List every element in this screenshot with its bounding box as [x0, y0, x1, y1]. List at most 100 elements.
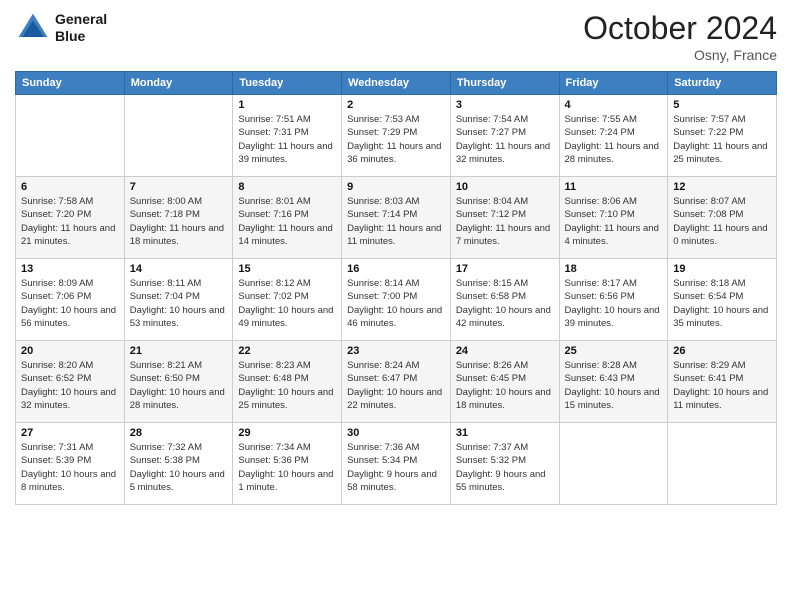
day-number: 30 [347, 427, 445, 439]
day-number: 17 [456, 263, 554, 275]
logo-icon [15, 10, 51, 46]
calendar-cell [124, 95, 233, 177]
day-info: Sunrise: 7:51 AMSunset: 7:31 PMDaylight:… [238, 113, 336, 166]
calendar-cell: 6 Sunrise: 7:58 AMSunset: 7:20 PMDaylight… [16, 177, 125, 259]
logo-text: General Blue [55, 11, 107, 45]
calendar-cell: 15 Sunrise: 8:12 AMSunset: 7:02 PMDayligh… [233, 259, 342, 341]
day-info: Sunrise: 8:24 AMSunset: 6:47 PMDaylight:… [347, 359, 445, 412]
calendar-cell: 31Sunrise: 7:37 AMSunset: 5:32 PMDayligh… [450, 423, 559, 505]
day-info: Sunrise: 8:11 AMSunset: 7:04 PMDaylight:… [130, 277, 228, 330]
day-number: 14 [130, 263, 228, 275]
weekday-header-cell: Sunday [16, 72, 125, 95]
weekday-header-cell: Tuesday [233, 72, 342, 95]
day-info: Sunrise: 8:28 AMSunset: 6:43 PMDaylight:… [565, 359, 663, 412]
day-number: 25 [565, 345, 663, 357]
calendar-week-row: 1 Sunrise: 7:51 AMSunset: 7:31 PMDaylight… [16, 95, 777, 177]
calendar-cell: 28 Sunrise: 7:32 AMSunset: 5:38 PMDayligh… [124, 423, 233, 505]
location: Osny, France [583, 47, 777, 63]
day-number: 1 [238, 99, 336, 111]
day-number: 5 [673, 99, 771, 111]
calendar-cell: 27Sunrise: 7:31 AMSunset: 5:39 PMDayligh… [16, 423, 125, 505]
calendar-cell: 20Sunrise: 8:20 AMSunset: 6:52 PMDayligh… [16, 341, 125, 423]
day-number: 19 [673, 263, 771, 275]
calendar-cell [16, 95, 125, 177]
month-title: October 2024 [583, 10, 777, 47]
day-number: 7 [130, 181, 228, 193]
day-info: Sunrise: 8:12 AMSunset: 7:02 PMDaylight:… [238, 277, 336, 330]
day-number: 6 [21, 181, 119, 193]
calendar-cell: 21 Sunrise: 8:21 AMSunset: 6:50 PMDayligh… [124, 341, 233, 423]
calendar-cell: 2 Sunrise: 7:53 AMSunset: 7:29 PMDaylight… [342, 95, 451, 177]
calendar-week-row: 6 Sunrise: 7:58 AMSunset: 7:20 PMDaylight… [16, 177, 777, 259]
day-info: Sunrise: 7:54 AMSunset: 7:27 PMDaylight:… [456, 113, 554, 166]
day-info: Sunrise: 8:26 AMSunset: 6:45 PMDaylight:… [456, 359, 554, 412]
day-number: 2 [347, 99, 445, 111]
calendar-cell: 19 Sunrise: 8:18 AMSunset: 6:54 PMDayligh… [668, 259, 777, 341]
day-number: 27 [21, 427, 119, 439]
day-info: Sunrise: 8:18 AMSunset: 6:54 PMDaylight:… [673, 277, 771, 330]
day-info: Sunrise: 8:17 AMSunset: 6:56 PMDaylight:… [565, 277, 663, 330]
day-info: Sunrise: 8:03 AMSunset: 7:14 PMDaylight:… [347, 195, 445, 248]
day-number: 13 [21, 263, 119, 275]
day-number: 4 [565, 99, 663, 111]
weekday-header-cell: Wednesday [342, 72, 451, 95]
day-info: Sunrise: 7:53 AMSunset: 7:29 PMDaylight:… [347, 113, 445, 166]
logo: General Blue [15, 10, 107, 46]
calendar-body: 1 Sunrise: 7:51 AMSunset: 7:31 PMDaylight… [16, 95, 777, 505]
day-number: 26 [673, 345, 771, 357]
title-block: October 2024 Osny, France [583, 10, 777, 63]
calendar-week-row: 13 Sunrise: 8:09 AMSunset: 7:06 PMDayligh… [16, 259, 777, 341]
day-number: 28 [130, 427, 228, 439]
day-number: 21 [130, 345, 228, 357]
calendar-cell: 24 Sunrise: 8:26 AMSunset: 6:45 PMDayligh… [450, 341, 559, 423]
day-info: Sunrise: 8:21 AMSunset: 6:50 PMDaylight:… [130, 359, 228, 412]
day-info: Sunrise: 8:14 AMSunset: 7:00 PMDaylight:… [347, 277, 445, 330]
day-info: Sunrise: 8:23 AMSunset: 6:48 PMDaylight:… [238, 359, 336, 412]
calendar-week-row: 27Sunrise: 7:31 AMSunset: 5:39 PMDayligh… [16, 423, 777, 505]
calendar: SundayMondayTuesdayWednesdayThursdayFrid… [15, 71, 777, 505]
day-number: 24 [456, 345, 554, 357]
calendar-cell: 5 Sunrise: 7:57 AMSunset: 7:22 PMDaylight… [668, 95, 777, 177]
day-info: Sunrise: 8:00 AMSunset: 7:18 PMDaylight:… [130, 195, 228, 248]
calendar-cell: 7 Sunrise: 8:00 AMSunset: 7:18 PMDaylight… [124, 177, 233, 259]
calendar-cell: 10Sunrise: 8:04 AMSunset: 7:12 PMDayligh… [450, 177, 559, 259]
weekday-header-cell: Monday [124, 72, 233, 95]
day-number: 29 [238, 427, 336, 439]
header: General Blue October 2024 Osny, France [15, 10, 777, 63]
calendar-cell: 4 Sunrise: 7:55 AMSunset: 7:24 PMDaylight… [559, 95, 668, 177]
day-number: 16 [347, 263, 445, 275]
day-info: Sunrise: 7:37 AMSunset: 5:32 PMDaylight:… [456, 441, 554, 494]
day-info: Sunrise: 7:57 AMSunset: 7:22 PMDaylight:… [673, 113, 771, 166]
day-number: 10 [456, 181, 554, 193]
weekday-header-cell: Saturday [668, 72, 777, 95]
day-number: 20 [21, 345, 119, 357]
day-info: Sunrise: 7:55 AMSunset: 7:24 PMDaylight:… [565, 113, 663, 166]
day-info: Sunrise: 8:09 AMSunset: 7:06 PMDaylight:… [21, 277, 119, 330]
calendar-cell: 22 Sunrise: 8:23 AMSunset: 6:48 PMDayligh… [233, 341, 342, 423]
day-info: Sunrise: 8:07 AMSunset: 7:08 PMDaylight:… [673, 195, 771, 248]
day-number: 22 [238, 345, 336, 357]
calendar-cell: 1 Sunrise: 7:51 AMSunset: 7:31 PMDaylight… [233, 95, 342, 177]
calendar-cell: 8Sunrise: 8:01 AMSunset: 7:16 PMDaylight… [233, 177, 342, 259]
calendar-cell: 12 Sunrise: 8:07 AMSunset: 7:08 PMDayligh… [668, 177, 777, 259]
calendar-cell: 29Sunrise: 7:34 AMSunset: 5:36 PMDayligh… [233, 423, 342, 505]
day-info: Sunrise: 7:32 AMSunset: 5:38 PMDaylight:… [130, 441, 228, 494]
day-info: Sunrise: 7:58 AMSunset: 7:20 PMDaylight:… [21, 195, 119, 248]
calendar-cell: 18Sunrise: 8:17 AMSunset: 6:56 PMDayligh… [559, 259, 668, 341]
page: General Blue October 2024 Osny, France S… [0, 0, 792, 612]
day-info: Sunrise: 8:06 AMSunset: 7:10 PMDaylight:… [565, 195, 663, 248]
day-number: 12 [673, 181, 771, 193]
calendar-cell [559, 423, 668, 505]
calendar-cell: 3 Sunrise: 7:54 AMSunset: 7:27 PMDaylight… [450, 95, 559, 177]
calendar-cell: 16 Sunrise: 8:14 AMSunset: 7:00 PMDayligh… [342, 259, 451, 341]
calendar-cell: 26 Sunrise: 8:29 AMSunset: 6:41 PMDayligh… [668, 341, 777, 423]
calendar-cell: 14 Sunrise: 8:11 AMSunset: 7:04 PMDayligh… [124, 259, 233, 341]
day-number: 3 [456, 99, 554, 111]
day-info: Sunrise: 7:36 AMSunset: 5:34 PMDaylight:… [347, 441, 445, 494]
calendar-cell: 13 Sunrise: 8:09 AMSunset: 7:06 PMDayligh… [16, 259, 125, 341]
weekday-header-cell: Friday [559, 72, 668, 95]
calendar-cell: 23Sunrise: 8:24 AMSunset: 6:47 PMDayligh… [342, 341, 451, 423]
calendar-cell: 17Sunrise: 8:15 AMSunset: 6:58 PMDayligh… [450, 259, 559, 341]
day-info: Sunrise: 8:29 AMSunset: 6:41 PMDaylight:… [673, 359, 771, 412]
day-number: 15 [238, 263, 336, 275]
